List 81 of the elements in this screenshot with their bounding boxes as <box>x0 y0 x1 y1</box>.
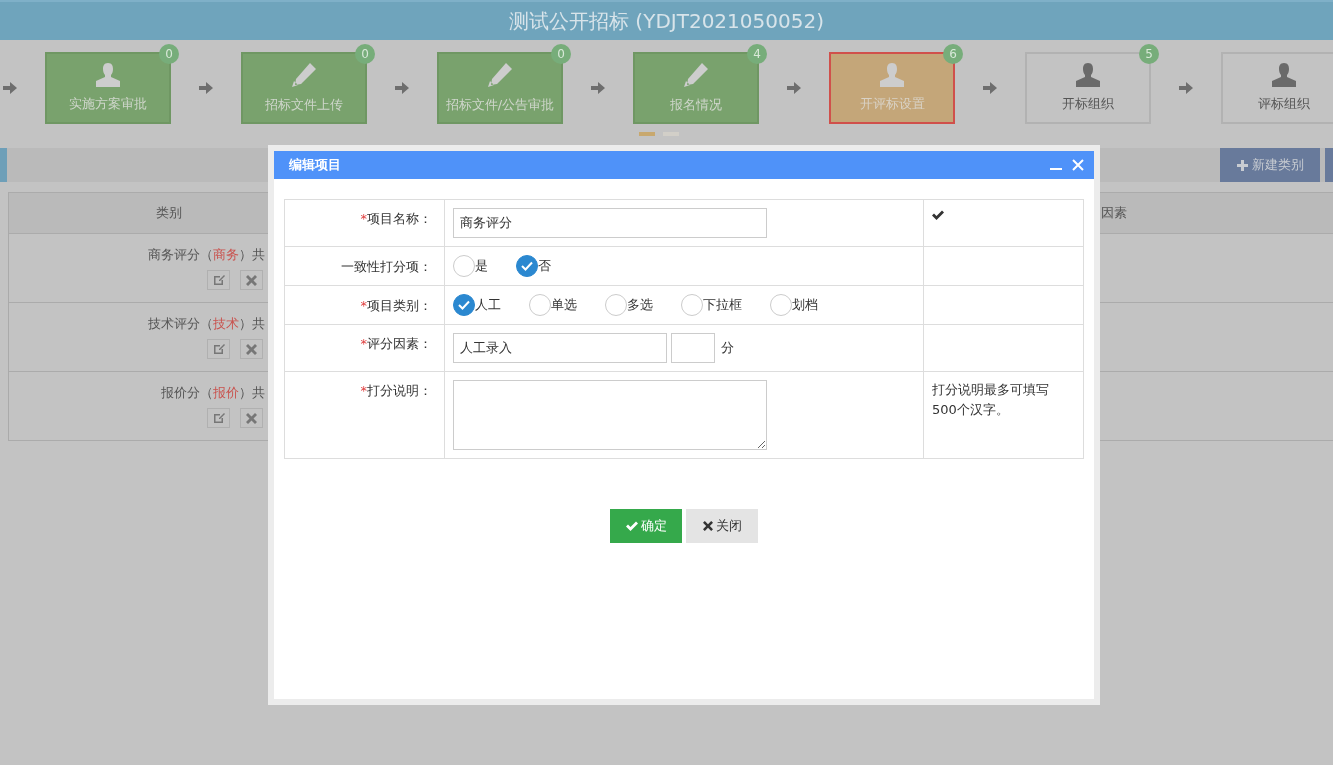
radio-button[interactable] <box>516 255 538 277</box>
delete-button[interactable] <box>240 270 263 290</box>
count-badge: 5 <box>1139 44 1159 64</box>
side-tab[interactable] <box>0 148 7 182</box>
check-icon <box>458 300 470 310</box>
radio-label[interactable]: 否 <box>538 257 551 275</box>
hint-text: 打分说明最多可填写500个汉字。 <box>932 381 1050 419</box>
category-label: 商务评分（商务）共 <box>148 246 265 264</box>
person-icon <box>1075 63 1101 87</box>
count-badge: 0 <box>551 44 571 64</box>
step-label: 开评标设置 <box>859 95 925 113</box>
pencil-icon <box>683 62 709 88</box>
radio-label[interactable]: 划档 <box>792 296 818 314</box>
close-icon[interactable] <box>1072 159 1084 171</box>
step-label: 开标组织 <box>1062 95 1114 113</box>
input-field[interactable]: 人工录入 <box>453 333 667 363</box>
field-label: *打分说明： <box>360 383 432 398</box>
toolbar-button[interactable] <box>1325 148 1333 182</box>
close-icon <box>246 412 257 424</box>
radio-label[interactable]: 是 <box>475 257 488 275</box>
arrow-icon <box>199 82 213 94</box>
edit-button[interactable] <box>207 339 230 359</box>
edit-button[interactable] <box>207 270 230 290</box>
radio-button[interactable] <box>770 294 792 316</box>
step-label: 评标组织 <box>1258 95 1310 113</box>
arrow-icon <box>395 82 409 94</box>
count-badge: 6 <box>943 44 963 64</box>
edit-button[interactable] <box>207 408 230 428</box>
category-label: 报价分（报价）共 <box>161 384 265 402</box>
radio-button[interactable] <box>453 255 475 277</box>
arrow-icon <box>983 82 997 94</box>
close-icon <box>702 521 713 531</box>
radio-button[interactable] <box>453 294 475 316</box>
delete-button[interactable] <box>240 408 263 428</box>
radio-button[interactable] <box>529 294 551 316</box>
person-icon <box>95 63 121 87</box>
step-card[interactable]: 评标组织 <box>1221 52 1333 124</box>
radio-button[interactable] <box>605 294 627 316</box>
edit-icon <box>212 412 225 424</box>
check-icon <box>521 261 533 271</box>
arrow-icon <box>1179 82 1193 94</box>
radio-label[interactable]: 下拉框 <box>703 296 742 314</box>
close-icon <box>246 343 257 355</box>
column-header: 类别 <box>155 204 183 222</box>
radio-label[interactable]: 人工 <box>475 296 501 314</box>
arrow-icon <box>787 82 801 94</box>
dialog-title: 编辑项目 <box>289 156 341 174</box>
radio-label[interactable]: 单选 <box>551 296 577 314</box>
pencil-icon <box>291 62 317 88</box>
step-label: 招标文件上传 <box>265 96 343 114</box>
column-header: 因素 <box>1100 204 1127 222</box>
count-badge: 4 <box>747 44 767 64</box>
text-area[interactable] <box>453 380 767 450</box>
step-label: 实施方案审批 <box>69 95 147 113</box>
field-label: *评分因素： <box>360 336 432 351</box>
step-label: 招标文件/公告审批 <box>445 96 555 114</box>
field-label: *项目类别： <box>360 298 432 313</box>
pencil-icon <box>487 62 513 88</box>
check-icon <box>625 521 638 531</box>
category-label: 技术评分（技术）共 <box>148 315 265 333</box>
step-label: 报名情况 <box>670 96 722 114</box>
delete-button[interactable] <box>240 339 263 359</box>
person-icon <box>1271 63 1297 87</box>
radio-button[interactable] <box>681 294 703 316</box>
close-icon <box>246 274 257 286</box>
score-field[interactable] <box>671 333 715 363</box>
field-label: *项目名称： <box>360 211 432 226</box>
arrow-icon <box>3 82 17 94</box>
plus-icon <box>1236 159 1248 171</box>
page-title: 测试公开招标 (YDJT2021050052) <box>509 7 824 35</box>
person-icon <box>879 63 905 87</box>
unit-label: 分 <box>721 339 734 357</box>
edit-icon <box>212 274 225 286</box>
arrow-icon <box>591 82 605 94</box>
input-field[interactable]: 商务评分 <box>453 208 767 238</box>
count-badge: 0 <box>159 44 179 64</box>
radio-label[interactable]: 多选 <box>627 296 653 314</box>
edit-icon <box>212 343 225 355</box>
close-button[interactable]: 关闭 <box>686 509 758 543</box>
field-label: 一致性打分项： <box>341 259 432 274</box>
count-badge: 0 <box>355 44 375 64</box>
